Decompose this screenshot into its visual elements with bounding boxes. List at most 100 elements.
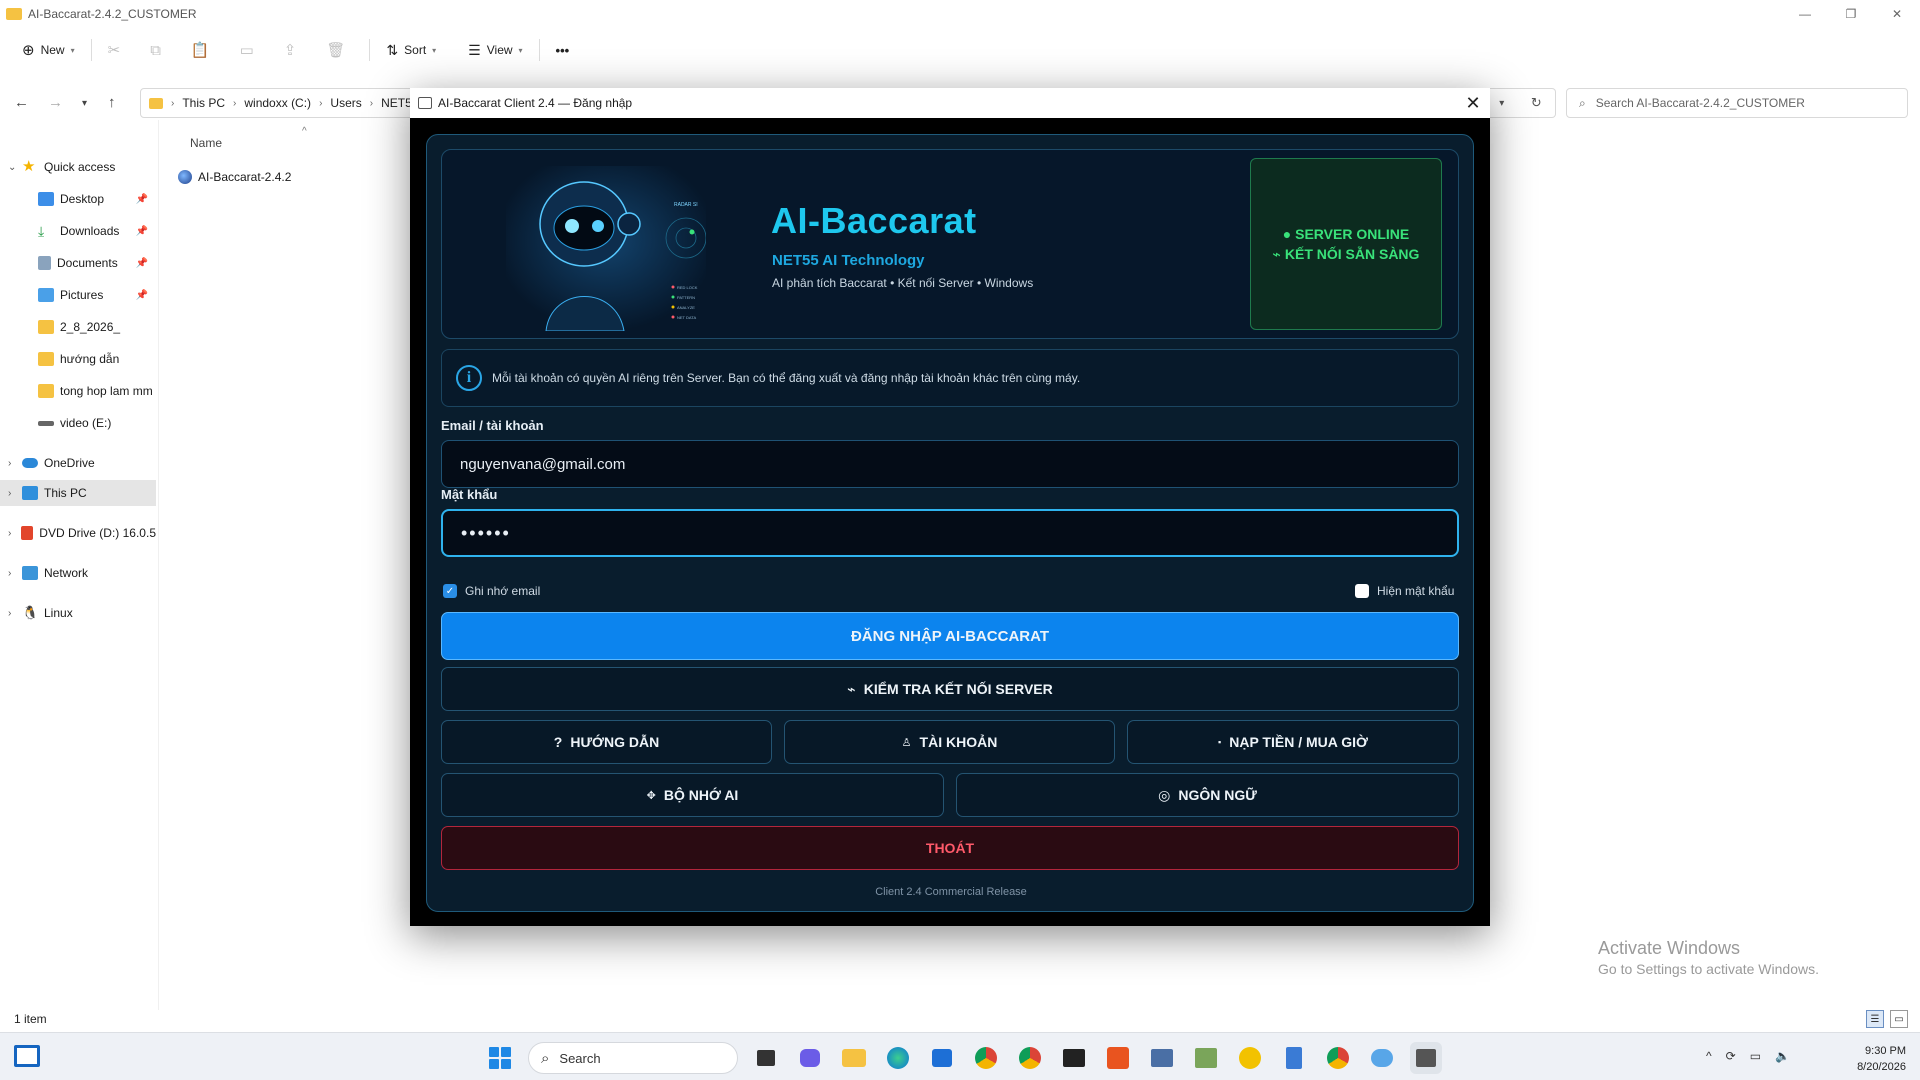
server-online-text: ● SERVER ONLINE: [1282, 225, 1410, 242]
notepad-icon[interactable]: [1278, 1042, 1310, 1074]
cut-button[interactable]: ✂: [100, 34, 129, 66]
breadcrumb-users[interactable]: Users: [330, 96, 361, 110]
remote-desktop-icon[interactable]: [1146, 1042, 1178, 1074]
nav-onedrive[interactable]: › OneDrive: [0, 450, 156, 476]
picture-icon: [38, 288, 54, 302]
account-button[interactable]: ♙ TÀI KHOẢN: [784, 720, 1115, 764]
refresh-icon[interactable]: ↻: [1531, 95, 1542, 111]
plus-circle-icon: ⊕: [22, 42, 35, 59]
minimize-icon[interactable]: —: [1782, 0, 1828, 28]
chrome-icon[interactable]: [970, 1042, 1002, 1074]
topup-button[interactable]: ▪ NẠP TIỀN / MUA GIỜ: [1127, 720, 1459, 764]
desktop-icon: [38, 192, 54, 206]
file-explorer-icon[interactable]: [838, 1042, 870, 1074]
chevron-right-icon: ›: [233, 97, 237, 109]
start-button[interactable]: [484, 1042, 516, 1074]
drive-icon: [38, 420, 54, 426]
radar-label: RADAR SI: [674, 202, 698, 208]
list-view-icon: ☰: [468, 41, 481, 58]
breadcrumb-this-pc[interactable]: This PC: [182, 96, 225, 110]
sync-icon[interactable]: ⟳: [1726, 1049, 1736, 1063]
taskbar-search[interactable]: ⌕ Search: [528, 1042, 738, 1074]
task-view-icon[interactable]: [750, 1042, 782, 1074]
cloud-app-icon[interactable]: [1366, 1042, 1398, 1074]
check-server-button[interactable]: ⌁ KIỂM TRA KẾT NỐI SERVER: [441, 667, 1459, 711]
nav-network[interactable]: › Network: [0, 560, 156, 586]
remember-email-label[interactable]: Ghi nhớ email: [465, 584, 540, 598]
ubuntu-icon[interactable]: [1102, 1042, 1134, 1074]
more-options-button[interactable]: •••: [548, 34, 578, 66]
language-button[interactable]: ◎ NGÔN NGỮ: [956, 773, 1459, 817]
nav-folder-2-8-2026[interactable]: 2_8_2026_: [0, 314, 156, 340]
terminal-icon[interactable]: [1058, 1042, 1090, 1074]
new-button[interactable]: ⊕ New ▾: [14, 34, 83, 66]
guide-button[interactable]: ? HƯỚNG DẪN: [441, 720, 772, 764]
nav-dvd-drive[interactable]: › DVD Drive (D:) 16.0.5: [0, 520, 156, 546]
nav-pictures[interactable]: Pictures 📌: [0, 282, 156, 308]
edge-icon[interactable]: [882, 1042, 914, 1074]
breadcrumb-drive[interactable]: windoxx (C:): [244, 96, 311, 110]
email-field[interactable]: [441, 440, 1459, 488]
tray-chevron-icon[interactable]: ^: [1706, 1049, 1712, 1063]
details-view-icon[interactable]: ☰: [1866, 1010, 1884, 1028]
active-app-icon[interactable]: [1410, 1042, 1442, 1074]
windows-logo-icon: [489, 1047, 511, 1069]
forward-arrow-icon[interactable]: →: [48, 94, 63, 111]
search-input[interactable]: ⌕ Search AI-Baccarat-2.4.2_CUSTOMER: [1566, 88, 1908, 118]
sort-label: Sort: [404, 43, 427, 57]
chevron-right-icon: ›: [319, 97, 323, 109]
close-window-icon[interactable]: ✕: [1874, 0, 1920, 28]
nav-quick-access[interactable]: ⌄ ★ Quick access: [0, 154, 156, 180]
yellow-app-icon[interactable]: [1234, 1042, 1266, 1074]
chrome-profile-icon[interactable]: [1014, 1042, 1046, 1074]
share-button[interactable]: ⇪: [276, 34, 305, 66]
exit-button[interactable]: THOÁT: [441, 826, 1459, 870]
sort-button[interactable]: ⇅ Sort ▾: [378, 34, 444, 66]
address-dropdown-icon[interactable]: ▾: [1499, 98, 1504, 109]
nav-desktop[interactable]: Desktop 📌: [0, 186, 156, 212]
nav-downloads[interactable]: ⤓ Downloads 📌: [0, 218, 156, 244]
show-password-label[interactable]: Hiện mật khẩu: [1377, 584, 1454, 598]
password-field[interactable]: ••••••: [441, 509, 1459, 557]
status-item-count: 1 item: [14, 1012, 47, 1026]
maximize-icon[interactable]: ❐: [1828, 0, 1874, 28]
nav-linux[interactable]: › 🐧 Linux: [0, 600, 156, 626]
store-icon[interactable]: [926, 1042, 958, 1074]
volume-icon[interactable]: 🔈: [1775, 1049, 1790, 1063]
breadcrumb-net5[interactable]: NET5: [381, 96, 412, 110]
widgets-icon[interactable]: [14, 1045, 40, 1067]
email-input[interactable]: [460, 455, 1458, 473]
nav-this-pc[interactable]: › This PC: [0, 480, 156, 506]
nav-folder-huong-dan[interactable]: hướng dẫn: [0, 346, 156, 372]
up-arrow-icon[interactable]: ↑: [108, 94, 116, 111]
column-header-name[interactable]: Name ^: [190, 126, 307, 150]
view-toggles: ☰ ▭: [1866, 1010, 1908, 1028]
account-label: TÀI KHOẢN: [919, 734, 998, 750]
pulse-icon: ⌁: [847, 680, 856, 697]
file-item[interactable]: AI-Baccarat-2.4.2: [178, 166, 291, 188]
explorer-window-title: AI-Baccarat-2.4.2_CUSTOMER: [28, 7, 197, 21]
chrome-alt-icon[interactable]: [1322, 1042, 1354, 1074]
ai-memory-button[interactable]: ✥ BỘ NHỚ AI: [441, 773, 944, 817]
view-button[interactable]: ☰ View ▾: [460, 34, 530, 66]
nav-folder-tong-hop[interactable]: tong hop lam mm: [0, 378, 156, 404]
paste-button[interactable]: 📋: [183, 34, 218, 66]
remember-email-checkbox[interactable]: ✓: [443, 584, 457, 598]
dialog-close-icon[interactable]: ✕: [1456, 88, 1490, 118]
network-tool-icon[interactable]: [1190, 1042, 1222, 1074]
recent-chevron-icon[interactable]: ▾: [82, 98, 87, 109]
chat-icon[interactable]: [794, 1042, 826, 1074]
password-input[interactable]: ••••••: [461, 523, 511, 544]
view-label: View: [486, 43, 513, 57]
login-button[interactable]: ĐĂNG NHẬP AI-BACCARAT: [441, 612, 1459, 660]
copy-button[interactable]: ⧉: [142, 34, 169, 66]
back-arrow-icon[interactable]: ←: [14, 94, 29, 111]
delete-button[interactable]: 🗑: [318, 34, 353, 66]
display-icon[interactable]: ▭: [1750, 1049, 1761, 1063]
tiles-view-icon[interactable]: ▭: [1890, 1010, 1908, 1028]
show-password-checkbox[interactable]: [1355, 584, 1369, 598]
clock[interactable]: 9:30 PM 8/20/2026: [1857, 1043, 1906, 1075]
nav-documents[interactable]: Documents 📌: [0, 250, 156, 276]
rename-button[interactable]: ▭: [232, 34, 262, 66]
nav-video-drive[interactable]: video (E:): [0, 410, 156, 436]
